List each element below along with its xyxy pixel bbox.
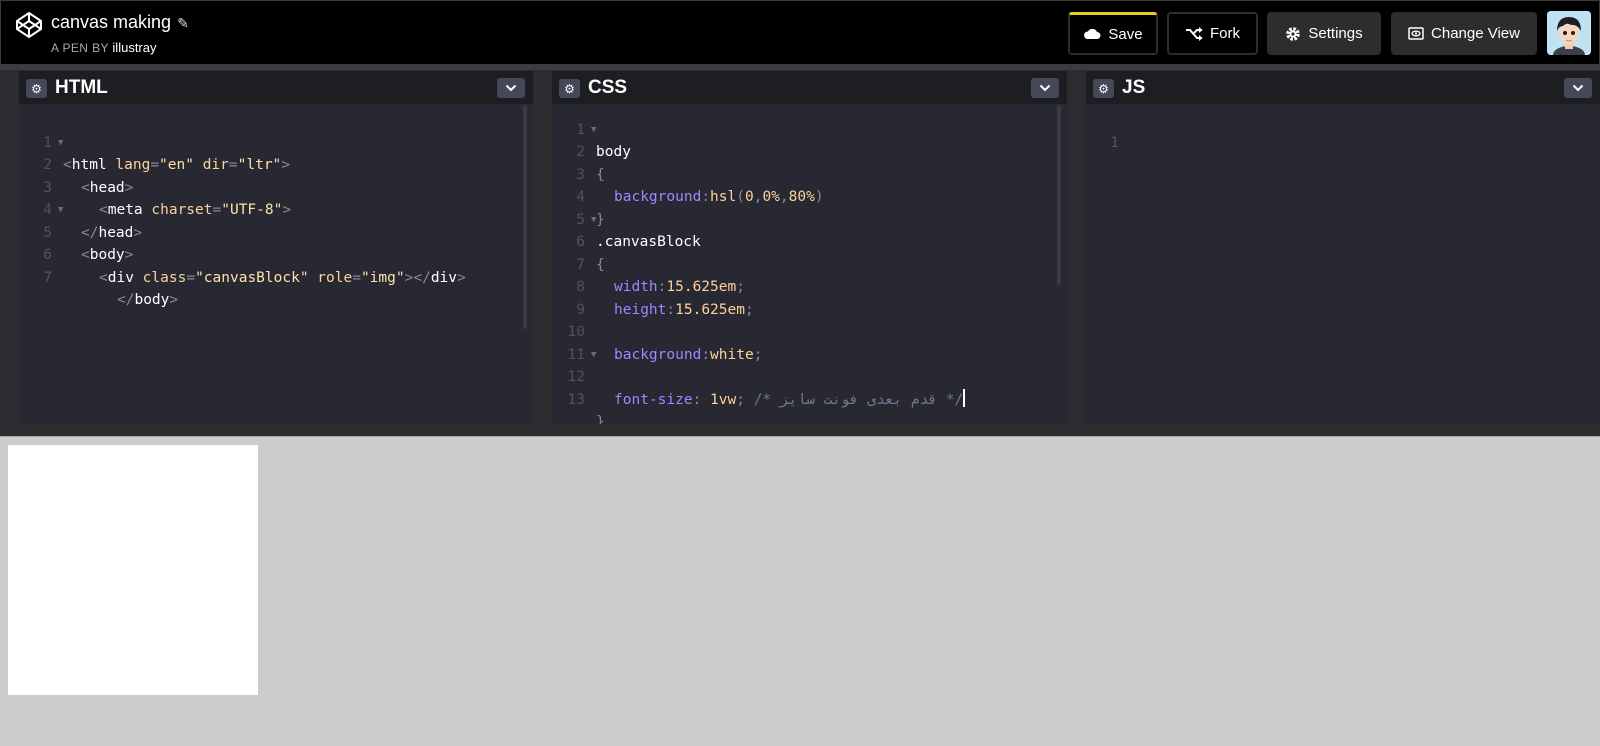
fork-icon	[1185, 26, 1203, 41]
gear-icon	[1285, 26, 1301, 42]
code-line: 5 .canvasBlock	[552, 186, 1067, 251]
css-settings-gear-icon[interactable]: ⚙	[559, 79, 580, 98]
pen-byline: A PEN BY illustray	[51, 40, 157, 55]
fork-label: Fork	[1210, 25, 1240, 42]
editor-area: ⚙ HTML 1 <html lang="en" dir="ltr"> 2 ▼ <…	[0, 65, 1600, 436]
edit-pencil-icon[interactable]: ✎	[177, 15, 189, 32]
code-line: 8 height:15.625em;	[552, 254, 1067, 318]
js-pane-title: JS	[1122, 77, 1146, 98]
css-code: 1 body 2 ▼ { 3 background:hsl(0,0%,80%) 4…	[552, 105, 1067, 425]
html-code: 1 <html lang="en" dir="ltr"> 2 ▼ <head> 3…	[19, 109, 533, 309]
code-line: 9	[552, 276, 1067, 318]
settings-label: Settings	[1308, 25, 1363, 42]
change-view-label: Change View	[1431, 25, 1520, 42]
line-number: 1	[1110, 134, 1119, 151]
save-button[interactable]: Save	[1068, 12, 1158, 55]
code-line: 11	[552, 321, 1067, 363]
js-pane-header: ⚙ JS	[1086, 71, 1600, 105]
fold-arrow-icon[interactable]: ▼	[591, 344, 596, 367]
byline-prefix: A PEN BY	[51, 41, 109, 55]
html-editor-pane: ⚙ HTML 1 <html lang="en" dir="ltr"> 2 ▼ <…	[19, 71, 533, 424]
layout-eye-icon	[1408, 27, 1424, 40]
save-label: Save	[1108, 25, 1143, 43]
fold-arrow-icon[interactable]: ▼	[58, 132, 63, 155]
codepen-logo-icon[interactable]	[15, 11, 43, 39]
css-code-editor[interactable]: 1 body 2 ▼ { 3 background:hsl(0,0%,80%) 4…	[552, 105, 1067, 424]
code-line: 3 background:hsl(0,0%,80%)	[552, 141, 1067, 206]
js-collapse-chevron-icon[interactable]	[1564, 78, 1592, 98]
html-settings-gear-icon[interactable]: ⚙	[26, 79, 47, 98]
code-line: 2 ▼ <head>	[19, 132, 533, 196]
fold-arrow-icon[interactable]: ▼	[591, 209, 596, 232]
code-line: 7 </body>	[19, 244, 533, 309]
settings-button[interactable]: Settings	[1267, 12, 1381, 55]
code-line: 7 width:15.625em;	[552, 231, 1067, 296]
html-pane-title: HTML	[55, 77, 108, 98]
code-line: 5 ▼ <body>	[19, 199, 533, 263]
css-pane-title: CSS	[588, 77, 628, 98]
code-line: 13 }	[552, 366, 1067, 425]
author-link[interactable]: illustray	[112, 40, 156, 55]
code-line: 6 <div class="canvasBlock" role="img"></…	[19, 222, 533, 286]
code-line: 4 }	[552, 164, 1067, 228]
code-line: 10 background:white;	[552, 299, 1067, 363]
js-editor-pane: ⚙ JS 1	[1086, 71, 1600, 424]
pen-title-text[interactable]: canvas making	[51, 12, 171, 32]
code-line: 3 <meta charset="UTF-8">	[19, 154, 533, 219]
code-line: 1 body	[552, 105, 1067, 161]
css-editor-pane: ⚙ CSS 1 body 2 ▼ { 3 background:hsl(0,0%,…	[552, 71, 1067, 424]
code-line: 6 ▼ {	[552, 209, 1067, 273]
line-number: 7	[43, 269, 52, 286]
css-collapse-chevron-icon[interactable]	[1031, 78, 1059, 98]
result-preview	[0, 436, 1600, 746]
change-view-button[interactable]: Change View	[1391, 12, 1537, 55]
js-code-editor[interactable]: 1	[1086, 105, 1600, 424]
pen-title[interactable]: canvas making ✎	[51, 12, 189, 33]
html-pane-header: ⚙ HTML	[19, 71, 533, 105]
code-line: 1	[1086, 109, 1600, 151]
top-header: canvas making ✎ A PEN BY illustray Save F…	[0, 0, 1600, 65]
fold-arrow-icon[interactable]: ▼	[591, 119, 596, 142]
fork-button[interactable]: Fork	[1167, 12, 1258, 55]
css-pane-header: ⚙ CSS	[552, 71, 1067, 105]
code-line: 2 ▼ {	[552, 119, 1067, 183]
code-line: 1 <html lang="en" dir="ltr">	[19, 109, 533, 174]
line-number: 13	[567, 391, 585, 408]
cloud-icon	[1083, 28, 1101, 40]
code-line: 12 ▼ font-size: 1vw; /* قدم بعدی فونت سای…	[552, 344, 1067, 408]
fold-arrow-icon[interactable]: ▼	[58, 199, 63, 222]
canvas-block	[8, 445, 258, 695]
html-collapse-chevron-icon[interactable]	[497, 78, 525, 98]
js-settings-gear-icon[interactable]: ⚙	[1093, 79, 1114, 98]
code-comment: /* قدم بعدی فونت سایز */	[753, 391, 964, 408]
user-avatar[interactable]	[1547, 11, 1591, 55]
text-cursor	[963, 388, 966, 407]
html-code-editor[interactable]: 1 <html lang="en" dir="ltr"> 2 ▼ <head> 3…	[19, 105, 533, 424]
code-line: 4 </head>	[19, 177, 533, 241]
editor-top-strip	[0, 65, 1600, 70]
js-code: 1	[1086, 109, 1600, 151]
